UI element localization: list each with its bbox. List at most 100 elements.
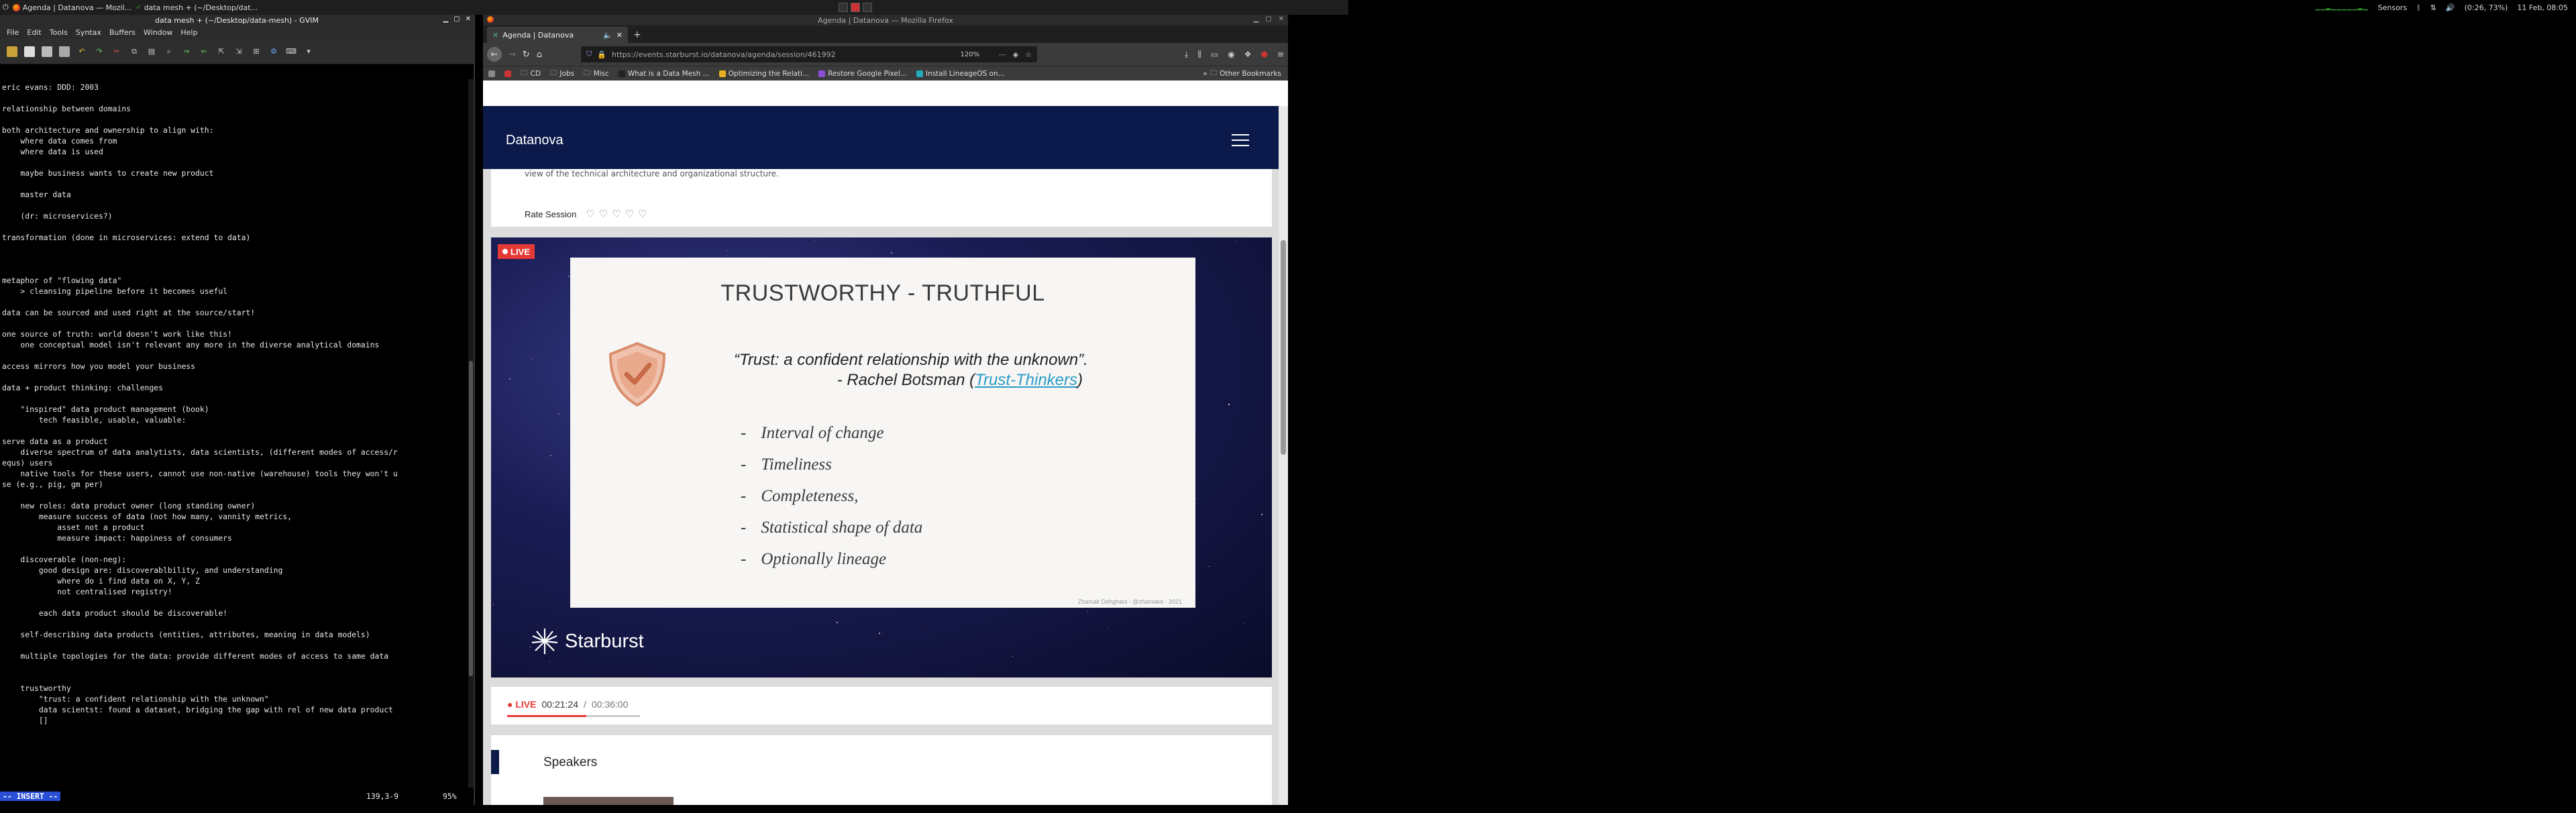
- editor-line[interactable]: multiple topologies for the data: provid…: [2, 651, 466, 661]
- workspace-3[interactable]: [863, 3, 872, 12]
- maximize-icon[interactable]: ▢: [453, 15, 460, 23]
- menu-edit[interactable]: Edit: [27, 28, 41, 37]
- workspace-switcher[interactable]: [839, 0, 872, 15]
- print-icon[interactable]: [59, 46, 70, 57]
- bookmark-icon-1[interactable]: [488, 70, 495, 77]
- network-icon[interactable]: ⇅: [2430, 3, 2436, 12]
- editor-line[interactable]: [2, 543, 466, 554]
- shell-icon[interactable]: ⌨: [286, 46, 297, 57]
- extensions-icon[interactable]: ❖: [1244, 50, 1252, 60]
- editor-line[interactable]: tech feasible, usable, valuable:: [2, 415, 466, 425]
- heart-icon[interactable]: ♡: [599, 208, 608, 220]
- taskbar-item-gvim[interactable]: ✓ data mesh + (~/Desktop/dat...: [136, 3, 258, 12]
- other-bookmarks[interactable]: » 🗀 Other Bookmarks: [1203, 68, 1281, 80]
- menu-tools[interactable]: Tools: [50, 28, 68, 37]
- battery-label[interactable]: (0:26, 73%): [2465, 3, 2508, 12]
- url-text[interactable]: https://events.starburst.io/datanova/age…: [612, 50, 836, 59]
- editor-line[interactable]: discoverable (non-neg):: [2, 554, 466, 565]
- bookmark-lineageos[interactable]: Install LineageOS on...: [916, 70, 1005, 78]
- bookmark-folder-misc[interactable]: 🗀 Misc: [584, 68, 609, 80]
- editor-line[interactable]: [2, 661, 466, 672]
- forward-button[interactable]: →: [508, 50, 516, 60]
- editor-line[interactable]: data can be sourced and used right at th…: [2, 307, 466, 318]
- sensors-label[interactable]: Sensors: [2378, 3, 2407, 12]
- editor-line[interactable]: [2, 243, 466, 254]
- find-prev-icon[interactable]: ⇐: [199, 46, 209, 57]
- scrollbar-thumb[interactable]: [1281, 240, 1286, 455]
- editor-line[interactable]: "trust: a confident relationship with th…: [2, 694, 466, 704]
- redo-icon[interactable]: ↷: [94, 46, 105, 57]
- editor-line[interactable]: [2, 393, 466, 404]
- taskbar-item-firefox[interactable]: Agenda | Datanova — Mozil...: [12, 3, 131, 12]
- trust-thinkers-link[interactable]: Trust-Thinkers: [975, 371, 1077, 389]
- editor-line[interactable]: [2, 200, 466, 211]
- bookmark-star-icon[interactable]: ☆: [1025, 50, 1032, 59]
- volume-icon[interactable]: 🔊: [2446, 3, 2455, 12]
- editor-line[interactable]: [2, 425, 466, 436]
- back-button[interactable]: ←: [487, 47, 502, 62]
- save-icon[interactable]: [24, 46, 35, 57]
- editor-line[interactable]: se (e.g., pig, gm per): [2, 479, 466, 490]
- editor-text-area[interactable]: eric evans: DDD: 2003 relationship betwee…: [0, 79, 468, 804]
- heart-icon[interactable]: ♡: [625, 208, 634, 220]
- bookmark-folder-jobs[interactable]: 🗀 Jobs: [550, 68, 574, 80]
- sidebar-icon[interactable]: ▭: [1211, 50, 1218, 60]
- make-icon[interactable]: ⚙: [268, 46, 279, 57]
- editor-line[interactable]: (dr: microservices?): [2, 211, 466, 221]
- editor-line[interactable]: self-describing data products (entities,…: [2, 629, 466, 640]
- editor-line[interactable]: trustworthy: [2, 683, 466, 694]
- find-next-icon[interactable]: ⇒: [181, 46, 192, 57]
- editor-line[interactable]: data scientst: found a dataset, bridging…: [2, 704, 466, 715]
- editor-line[interactable]: [2, 318, 466, 329]
- new-tab-button[interactable]: +: [633, 30, 641, 40]
- editor-line[interactable]: access mirrors how you model your busine…: [2, 361, 466, 372]
- account-icon[interactable]: ◉: [1228, 50, 1234, 60]
- editor-line[interactable]: native tools for these users, cannot use…: [2, 468, 466, 479]
- editor-line[interactable]: [2, 221, 466, 232]
- bluetooth-icon[interactable]: ᛒ: [2416, 3, 2421, 12]
- reload-button[interactable]: ↻: [523, 50, 530, 60]
- editor-line[interactable]: "inspired" data product management (book…: [2, 404, 466, 415]
- minimize-icon[interactable]: ▁: [443, 15, 448, 23]
- workspace-1[interactable]: [839, 3, 848, 12]
- editor-line[interactable]: maybe business wants to create new produ…: [2, 168, 466, 178]
- editor-line[interactable]: transformation (done in microservices: e…: [2, 232, 466, 243]
- editor-line[interactable]: good design are: discoverablbility, and …: [2, 565, 466, 576]
- editor-line[interactable]: [2, 350, 466, 361]
- editor-line[interactable]: measure impact: happiness of consumers: [2, 533, 466, 543]
- bookmark-restore-pixel[interactable]: Restore Google Pixel...: [818, 70, 907, 78]
- site-menu-icon[interactable]: [1232, 134, 1249, 146]
- close-icon[interactable]: ✕: [1279, 15, 1284, 23]
- video-player[interactable]: LIVE TRUSTWORTHY - TRUTHFUL “Trust: a co…: [491, 237, 1272, 678]
- bookmark-data-mesh[interactable]: What is a Data Mesh ...: [618, 70, 710, 78]
- maximize-icon[interactable]: ▢: [1265, 15, 1271, 23]
- downloads-icon[interactable]: ⤓: [1185, 50, 1188, 60]
- bookmark-folder-cd[interactable]: 🗀 CD: [521, 68, 541, 80]
- editor-line[interactable]: new roles: data product owner (long stan…: [2, 500, 466, 511]
- scrollbar-thumb[interactable]: [469, 361, 473, 676]
- save-session-icon[interactable]: ⇲: [233, 46, 244, 57]
- audio-icon[interactable]: 🔈: [603, 31, 612, 40]
- editor-line[interactable]: data + product thinking: challenges: [2, 382, 466, 393]
- cut-icon[interactable]: ✂: [111, 46, 122, 57]
- editor-line[interactable]: [2, 296, 466, 307]
- editor-line[interactable]: each data product should be discoverable…: [2, 608, 466, 618]
- editor-line[interactable]: both architecture and ownership to align…: [2, 125, 466, 136]
- editor-line[interactable]: [2, 490, 466, 500]
- editor-line[interactable]: where do i find data on X, Y, Z: [2, 576, 466, 586]
- load-session-icon[interactable]: ⇱: [216, 46, 227, 57]
- undo-icon[interactable]: ↶: [76, 46, 87, 57]
- menu-help[interactable]: Help: [180, 28, 197, 37]
- speaker-photo[interactable]: [543, 797, 674, 805]
- open-icon[interactable]: [7, 46, 17, 57]
- progress-bar[interactable]: [507, 715, 640, 717]
- heart-icon[interactable]: ♡: [638, 208, 647, 220]
- menu-buffers[interactable]: Buffers: [109, 28, 136, 37]
- editor-line[interactable]: [2, 178, 466, 189]
- editor-line[interactable]: [2, 618, 466, 629]
- editor-line[interactable]: relationship between domains: [2, 103, 466, 114]
- page-scrollbar[interactable]: [1279, 106, 1288, 805]
- editor-line[interactable]: asset not a product: [2, 522, 466, 533]
- editor-line[interactable]: master data: [2, 189, 466, 200]
- run-script-icon[interactable]: ⊞: [251, 46, 262, 57]
